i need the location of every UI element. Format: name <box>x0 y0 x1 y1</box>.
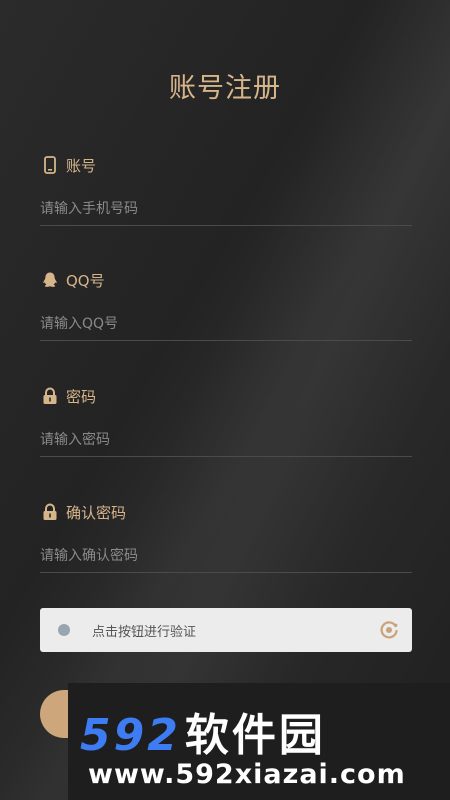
confirm-password-field: 确认密码 <box>40 500 412 573</box>
account-field: 账号 <box>40 153 412 226</box>
status-dot-icon <box>58 624 70 636</box>
watermark-logo: 592软件园 www.592xiazai.com <box>68 683 450 800</box>
qq-label: QQ号 <box>40 268 412 292</box>
verification-text: 点击按钮进行验证 <box>92 624 197 640</box>
confirm-password-label-text: 确认密码 <box>66 503 127 522</box>
refresh-icon[interactable] <box>378 619 400 641</box>
qq-field: QQ号 <box>40 268 412 341</box>
account-label-text: 账号 <box>66 156 97 175</box>
account-input[interactable] <box>40 193 412 226</box>
page-title: 账号注册 <box>169 73 281 104</box>
confirm-password-input[interactable] <box>40 540 412 573</box>
verification-button[interactable]: 点击按钮进行验证 <box>40 608 412 652</box>
qq-label-text: QQ号 <box>66 271 105 290</box>
lock-icon <box>40 502 60 522</box>
confirm-password-label: 确认密码 <box>40 500 412 524</box>
phone-icon <box>40 155 60 175</box>
qq-input[interactable] <box>40 308 412 341</box>
watermark-brand: 592软件园 <box>80 699 326 763</box>
qq-icon <box>40 270 60 290</box>
watermark-number: 592 <box>80 710 181 761</box>
password-input[interactable] <box>40 424 412 457</box>
password-label: 密码 <box>40 384 412 408</box>
watermark-brand-text: 软件园 <box>184 710 326 761</box>
watermark-url: www.592xiazai.com <box>88 759 406 790</box>
password-field: 密码 <box>40 384 412 457</box>
lock-icon <box>40 386 60 406</box>
password-label-text: 密码 <box>66 387 97 406</box>
account-label: 账号 <box>40 153 412 177</box>
